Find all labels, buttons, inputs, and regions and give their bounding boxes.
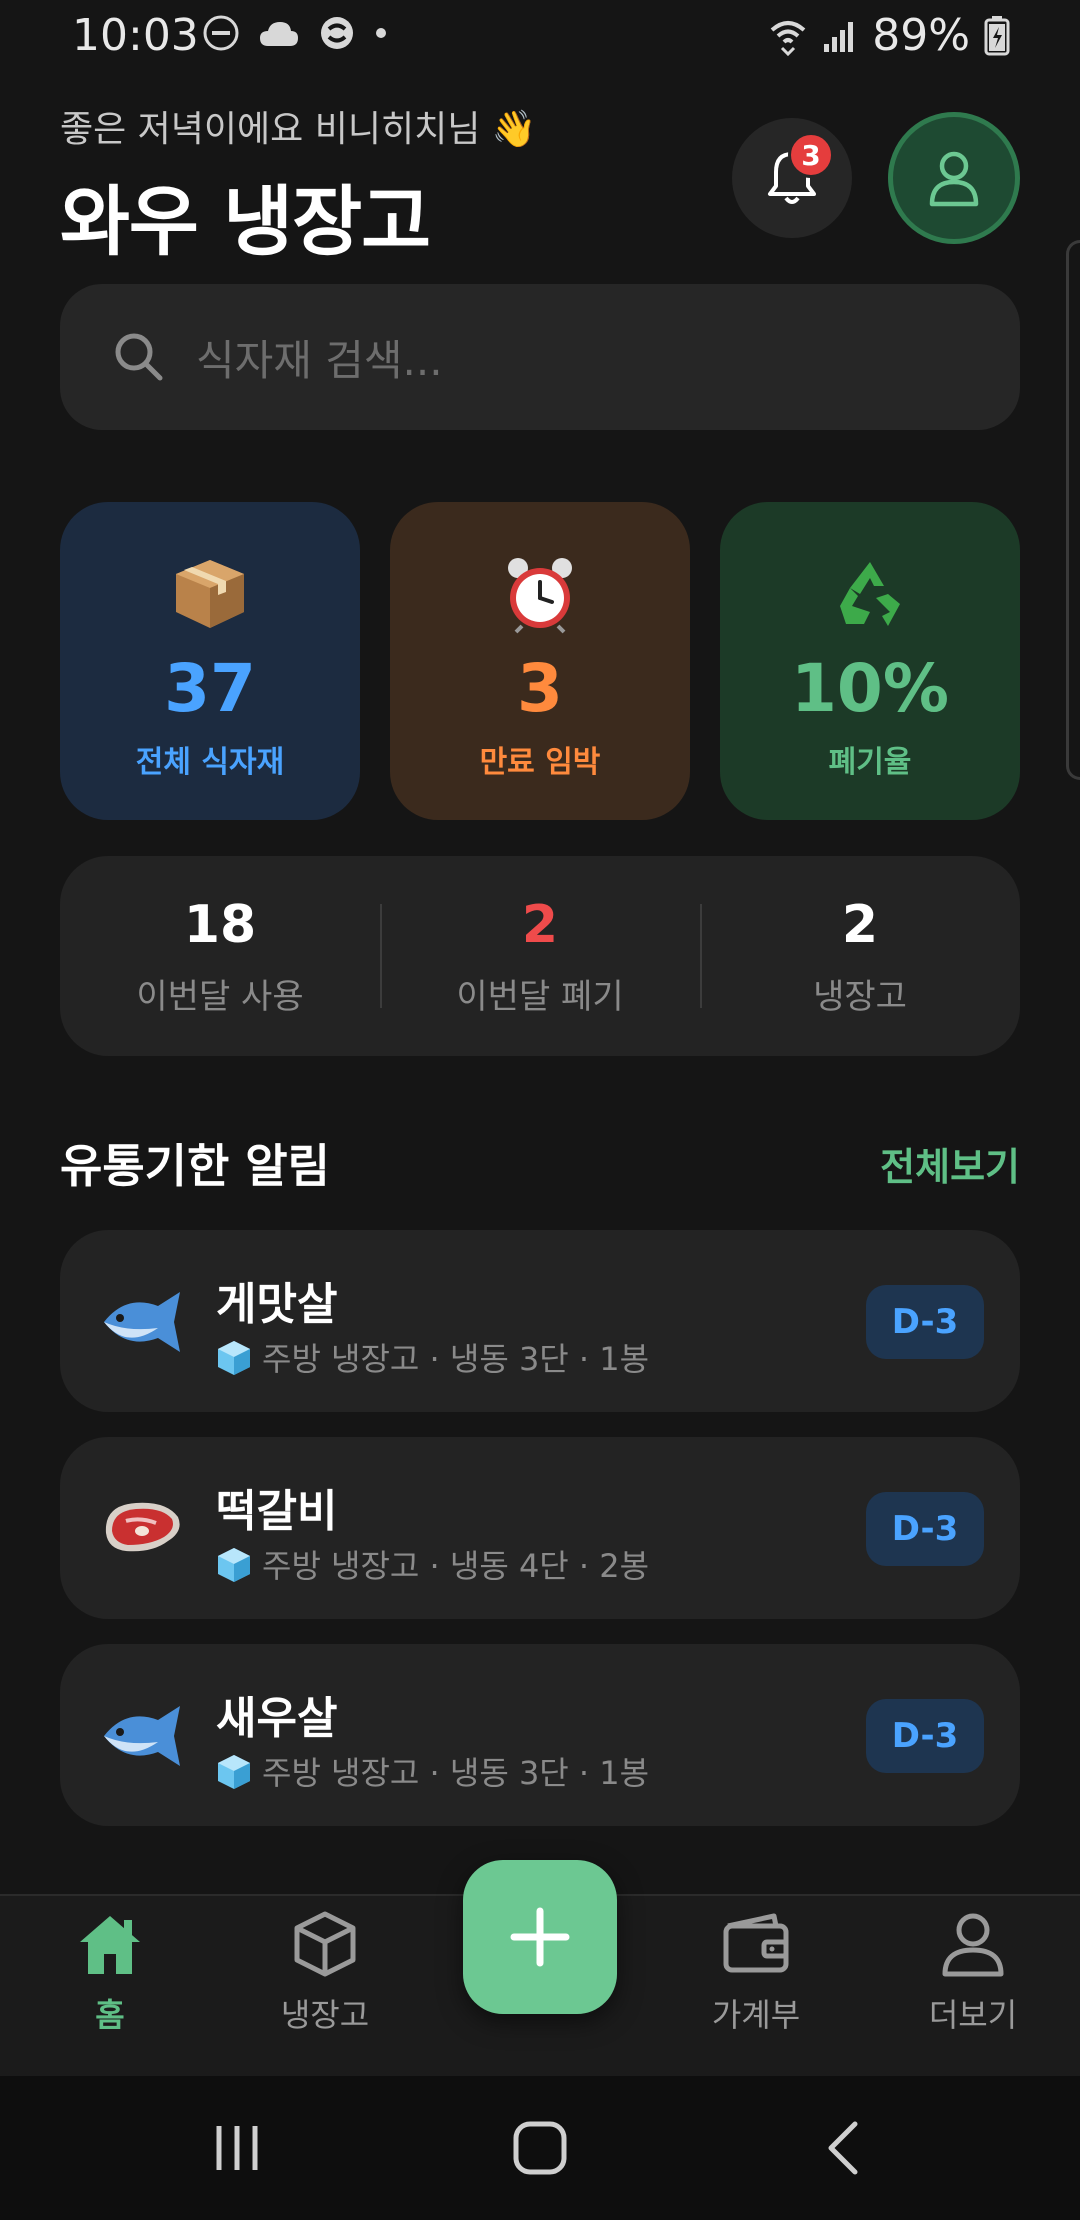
dday-badge: D-3 [866,1492,984,1566]
monthly-wasted[interactable]: 2 이번달 폐기 [380,856,700,1056]
search-placeholder: 식자재 검색... [196,335,443,385]
dday-badge: D-3 [866,1285,984,1359]
item-name: 떡갈비 [216,1486,338,1537]
item-location: 주방 냉장고 · 냉동 3단 · 1봉 [216,1334,649,1380]
cloud-icon [260,22,298,46]
monthly-used-value: 18 [183,894,257,955]
monthly-used-label: 이번달 사용 [136,976,304,1017]
monthly-wasted-value: 2 [521,894,559,955]
item-location-text: 주방 냉장고 · 냉동 4단 · 2봉 [262,1547,650,1585]
nav-home[interactable]: 홈 [30,1908,190,2036]
dot-icon [376,28,386,38]
home-icon [80,1916,140,1974]
stat-value-total: 37 [164,650,256,727]
recycle-icon [840,562,900,626]
monthly-used[interactable]: 18 이번달 사용 [60,856,380,1056]
wifi-icon [770,20,806,56]
status-system-icons: 89% [768,10,1010,61]
nav-fridge[interactable]: 냉장고 [245,1908,405,2036]
status-notification-icons [202,14,388,52]
nav-more-label: 더보기 [928,1996,1018,2034]
item-name: 새우살 [216,1693,338,1744]
user-icon [942,1913,1004,1977]
search-icon [115,333,163,381]
package-icon [176,560,244,628]
system-navigation-bar [0,2076,1080,2220]
add-item-button[interactable] [463,1860,617,2014]
battery-charging-icon [984,15,1010,55]
page-title: 와우 냉장고 [60,177,431,266]
sync-icon [321,17,353,49]
fish-icon [104,1706,180,1766]
signal-icon [824,21,854,52]
view-all-link[interactable]: 전체보기 [880,1136,1020,1191]
list-item[interactable]: 새우살 주방 냉장고 · 냉동 3단 · 1봉 D-3 [60,1644,1020,1826]
alarm-clock-icon [508,558,572,634]
scroll-indicator[interactable] [1066,240,1080,780]
search-input[interactable]: 식자재 검색... [60,284,1020,430]
item-location-text: 주방 냉장고 · 냉동 3단 · 1봉 [262,1340,650,1378]
recent-apps-icon [216,2126,258,2170]
home-system-button[interactable] [505,2116,575,2180]
nav-fridge-label: 냉장고 [280,1996,370,2034]
item-name: 게맛살 [216,1279,338,1330]
wallet-icon [723,1913,789,1973]
ice-cube-icon [218,1755,250,1789]
stat-label-expiring: 만료 임박 [479,745,601,780]
nav-ledger[interactable]: 가계부 [676,1908,836,2036]
stat-value-waste-rate: 10% [791,650,949,727]
stat-card-waste-rate[interactable]: 10% 폐기율 [720,502,1020,820]
dday-badge: D-3 [866,1699,984,1773]
stat-card-total[interactable]: 37 전체 식자재 [60,502,360,820]
profile-button[interactable] [888,112,1020,244]
ice-cube-icon [218,1548,250,1582]
plus-icon [510,1907,570,1967]
do-not-disturb-icon [203,15,239,51]
notification-badge: 3 [788,132,834,178]
ice-cube-icon [218,1341,250,1375]
stat-label-total: 전체 식자재 [135,745,285,780]
nav-home-label: 홈 [95,1996,125,2034]
back-chevron-icon [828,2121,858,2175]
item-location-text: 주방 냉장고 · 냉동 3단 · 1봉 [262,1754,650,1792]
expiry-alerts-title: 유통기한 알림 [60,1139,330,1193]
fridge-count-value: 2 [841,894,879,955]
monthly-stats-panel: 18 이번달 사용 2 이번달 폐기 2 냉장고 [60,856,1020,1056]
battery-percent: 89% [872,10,970,61]
list-item[interactable]: 떡갈비 주방 냉장고 · 냉동 4단 · 2봉 D-3 [60,1437,1020,1619]
back-button[interactable] [808,2116,878,2180]
item-location: 주방 냉장고 · 냉동 3단 · 1봉 [216,1748,649,1794]
status-time: 10:03 [72,10,199,61]
fish-icon [104,1292,180,1352]
stat-value-expiring: 3 [517,650,563,727]
item-location: 주방 냉장고 · 냉동 4단 · 2봉 [216,1541,649,1587]
user-icon [929,151,979,207]
home-square-icon [513,2121,567,2175]
cube-icon [294,1911,356,1977]
notifications-button[interactable]: 3 [732,118,852,238]
meat-icon [105,1502,180,1552]
nav-more[interactable]: 더보기 [893,1908,1053,2036]
status-bar: 10:03 89% [0,0,1080,72]
recent-apps-button[interactable] [202,2116,272,2180]
greeting-text: 좋은 저녁이에요 비니히치님 👋 [60,109,537,150]
fridge-count[interactable]: 2 냉장고 [700,856,1020,1056]
list-item[interactable]: 게맛살 주방 냉장고 · 냉동 3단 · 1봉 D-3 [60,1230,1020,1412]
nav-ledger-label: 가계부 [711,1996,801,2034]
fridge-count-label: 냉장고 [813,976,907,1017]
stat-label-waste-rate: 폐기율 [828,745,912,780]
stat-card-expiring[interactable]: 3 만료 임박 [390,502,690,820]
monthly-wasted-label: 이번달 폐기 [456,976,624,1017]
